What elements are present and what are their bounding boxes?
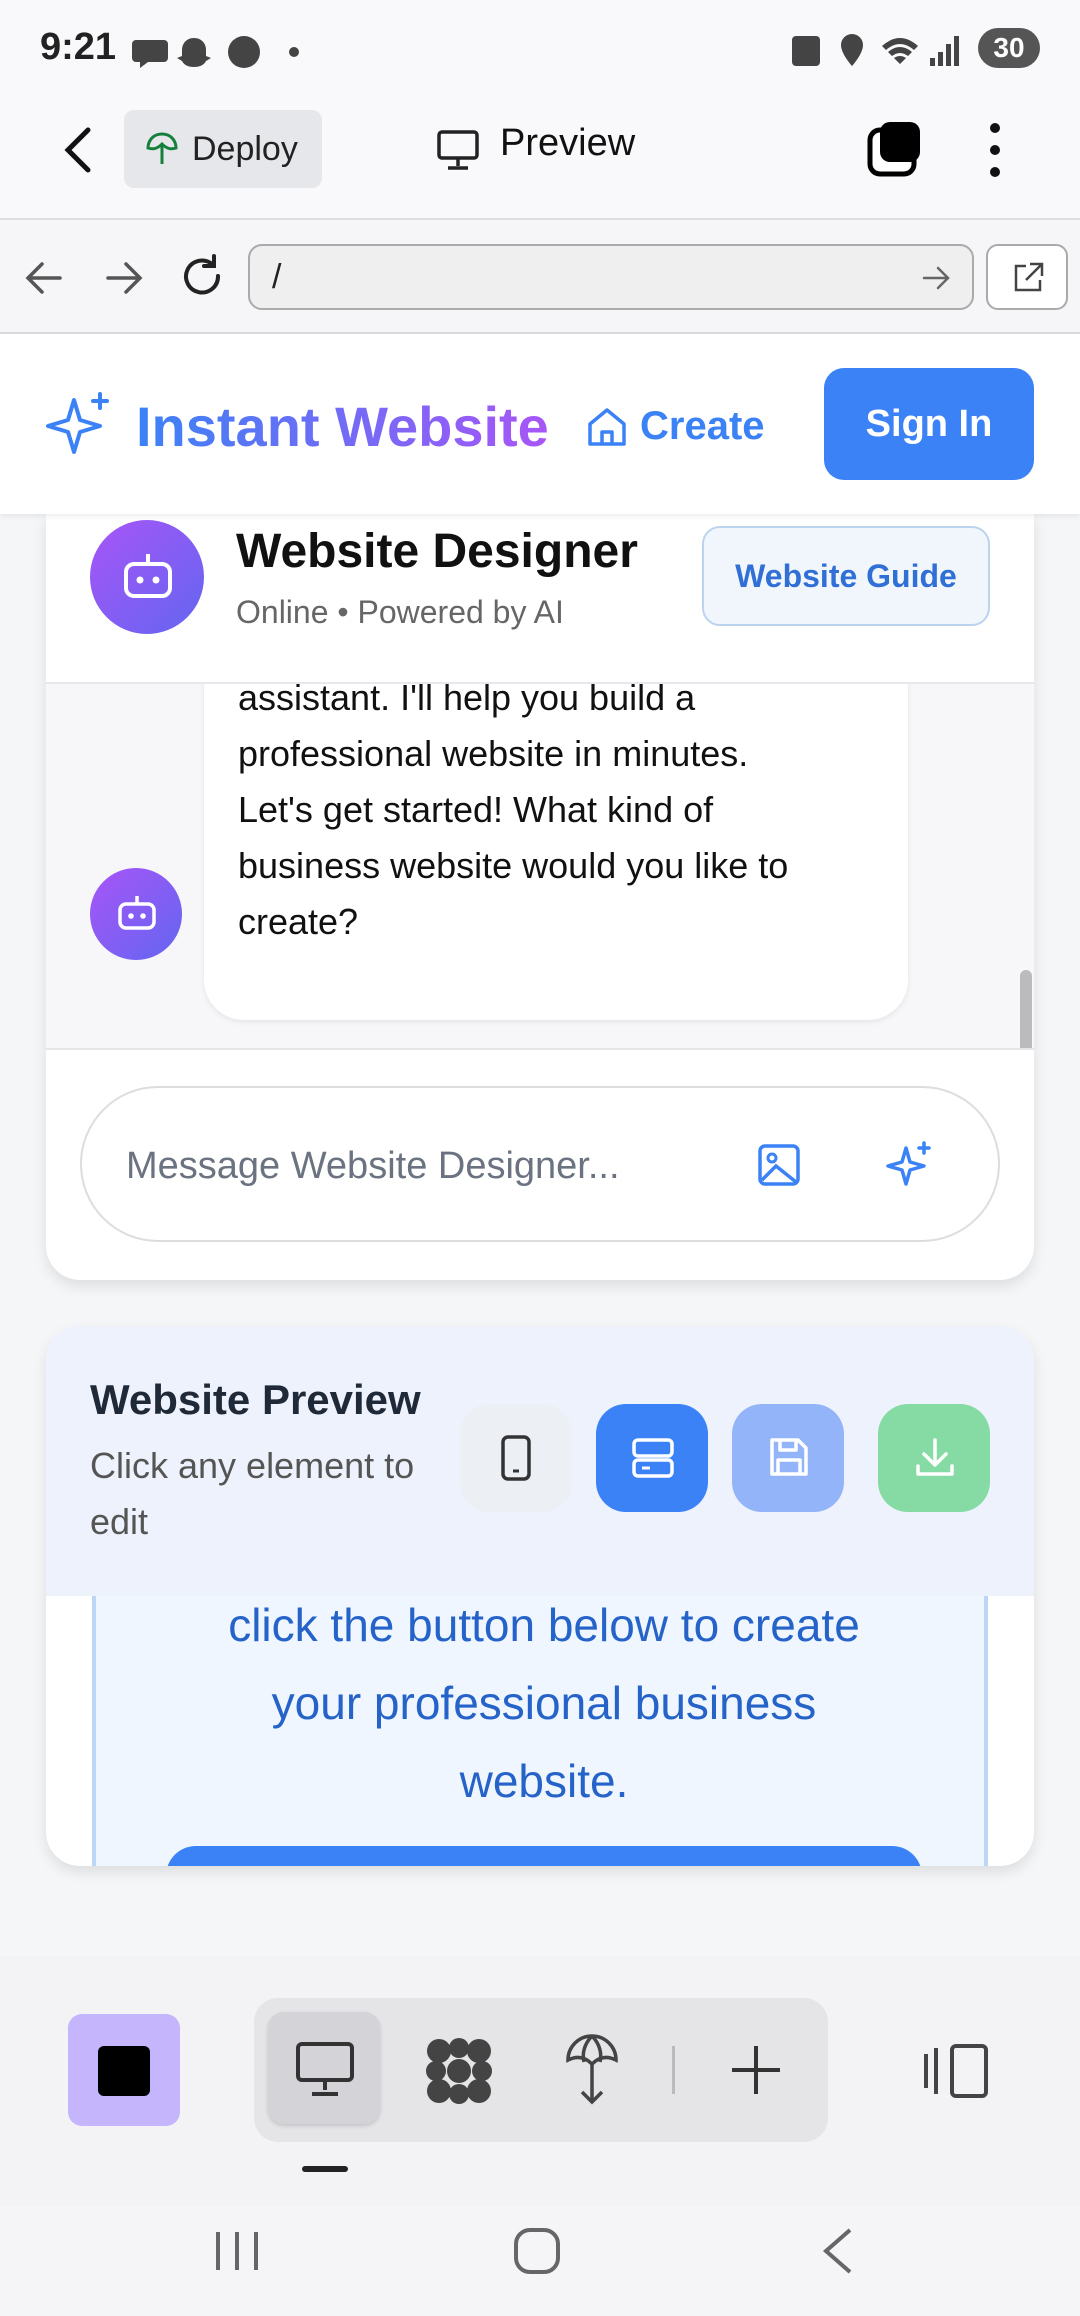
- mobile-view-button[interactable]: [460, 1404, 572, 1512]
- site-header: Instant Website Create Sign In: [0, 334, 1080, 514]
- tab-divider: [672, 2046, 675, 2094]
- grid-icon[interactable]: [424, 2036, 494, 2106]
- mobile-icon: [501, 1435, 531, 1481]
- notification-icons: [132, 36, 299, 68]
- deploy-icon[interactable]: [562, 2032, 622, 2106]
- chat-card: Website Designer Online • Powered by AI …: [46, 514, 1034, 1280]
- save-icon: [770, 1438, 808, 1476]
- go-arrow-icon[interactable]: [922, 264, 952, 292]
- preview-header: Website Preview Click any element to edi…: [46, 1326, 1034, 1596]
- message-bubble: assistant. I'll help you build a profess…: [204, 684, 908, 1020]
- chat-header: Website Designer Online • Powered by AI …: [46, 514, 1034, 684]
- bot-icon: [124, 554, 172, 598]
- chat-scrollbar[interactable]: [1020, 970, 1032, 1048]
- leaf-icon: [146, 132, 178, 164]
- bottom-dock: [0, 1956, 1080, 2206]
- open-external-button[interactable]: [986, 244, 1068, 310]
- chat-bubble-icon: [228, 36, 260, 68]
- status-time: 9:21: [40, 26, 117, 68]
- download-icon: [916, 1438, 954, 1476]
- desktop-view-button[interactable]: [596, 1404, 708, 1512]
- stop-icon: [98, 2046, 150, 2096]
- system-nav-bar: [0, 2206, 1080, 2316]
- deploy-button[interactable]: Deploy: [124, 110, 322, 188]
- sparkle-icon[interactable]: [884, 1140, 934, 1190]
- app-bar: Deploy Preview: [0, 100, 1080, 220]
- back-icon[interactable]: [58, 122, 98, 178]
- preview-cta-button[interactable]: [166, 1846, 922, 1866]
- preview-subtitle: Click any element to edit: [90, 1445, 415, 1542]
- message-input[interactable]: [126, 1136, 686, 1196]
- message-list[interactable]: assistant. I'll help you build a profess…: [46, 684, 1034, 1050]
- sign-in-button[interactable]: Sign In: [824, 368, 1034, 480]
- back-icon[interactable]: [818, 2226, 858, 2276]
- bot-avatar: [90, 520, 204, 634]
- browser-bar: /: [0, 222, 1080, 334]
- app-switcher-button[interactable]: [68, 2014, 180, 2126]
- monitor-icon: [437, 130, 479, 170]
- deploy-label: Deploy: [192, 130, 298, 168]
- tab-preview[interactable]: [268, 2012, 380, 2124]
- more-vert-icon[interactable]: [980, 118, 1010, 182]
- message-avatar: [90, 868, 182, 960]
- external-link-icon: [1014, 262, 1044, 292]
- preview-line: click the button below to create: [228, 1599, 860, 1651]
- bot-icon: [118, 896, 156, 930]
- url-text: /: [272, 258, 282, 296]
- message-line: Let's get started! What kind of: [238, 789, 714, 830]
- snapchat-icon: [177, 38, 211, 67]
- arrow-right-icon[interactable]: [102, 258, 144, 298]
- desktop-icon: [632, 1438, 674, 1478]
- message-line: create?: [238, 901, 359, 942]
- arrow-left-icon[interactable]: [24, 258, 66, 298]
- status-bar: 9:21 30: [0, 0, 1080, 100]
- preview-frame[interactable]: click the button below to create your pr…: [92, 1596, 988, 1866]
- home-icon[interactable]: [512, 2226, 562, 2276]
- messenger-icon: [132, 40, 168, 68]
- preview-content-text[interactable]: click the button below to create your pr…: [136, 1586, 952, 1820]
- message-line: assistant. I'll help you build a: [238, 684, 696, 718]
- battery-indicator: 30: [978, 28, 1040, 68]
- preview-line: website.: [459, 1755, 629, 1807]
- image-icon[interactable]: [756, 1142, 802, 1188]
- save-button[interactable]: [732, 1404, 844, 1512]
- download-button[interactable]: [878, 1404, 990, 1512]
- monitor-icon: [296, 2042, 354, 2096]
- panel-icon[interactable]: [922, 2042, 992, 2100]
- preview-title: Website Preview: [90, 1376, 421, 1423]
- system-icons: [792, 34, 959, 66]
- message-line: professional website in minutes.: [238, 733, 749, 774]
- home-icon: [588, 408, 626, 446]
- brand-title[interactable]: Instant Website: [136, 394, 549, 459]
- active-tab-indicator: [302, 2166, 348, 2172]
- plus-icon[interactable]: [728, 2042, 784, 2098]
- signal-icon: [930, 36, 959, 66]
- preview-line: your professional business: [271, 1677, 817, 1729]
- create-link[interactable]: Create: [640, 404, 765, 449]
- website-guide-button[interactable]: Website Guide: [702, 526, 990, 626]
- bot-name: Website Designer: [236, 525, 638, 578]
- view-tab-group: [254, 1998, 828, 2142]
- app-bar-title: Preview: [500, 122, 636, 164]
- sparkle-icon: [46, 392, 109, 454]
- nfc-icon: [792, 36, 820, 66]
- reload-icon[interactable]: [180, 254, 226, 300]
- website-preview-card: Website Preview Click any element to edi…: [46, 1326, 1034, 1866]
- message-input-box: [80, 1086, 1000, 1242]
- tabs-icon[interactable]: [866, 118, 926, 178]
- wifi-icon: [882, 38, 918, 64]
- location-icon: [841, 34, 863, 66]
- bot-status: Online • Powered by AI: [236, 594, 564, 630]
- message-line: business website would you like to: [238, 845, 789, 886]
- url-bar[interactable]: /: [248, 244, 974, 310]
- recents-icon[interactable]: [212, 2228, 262, 2274]
